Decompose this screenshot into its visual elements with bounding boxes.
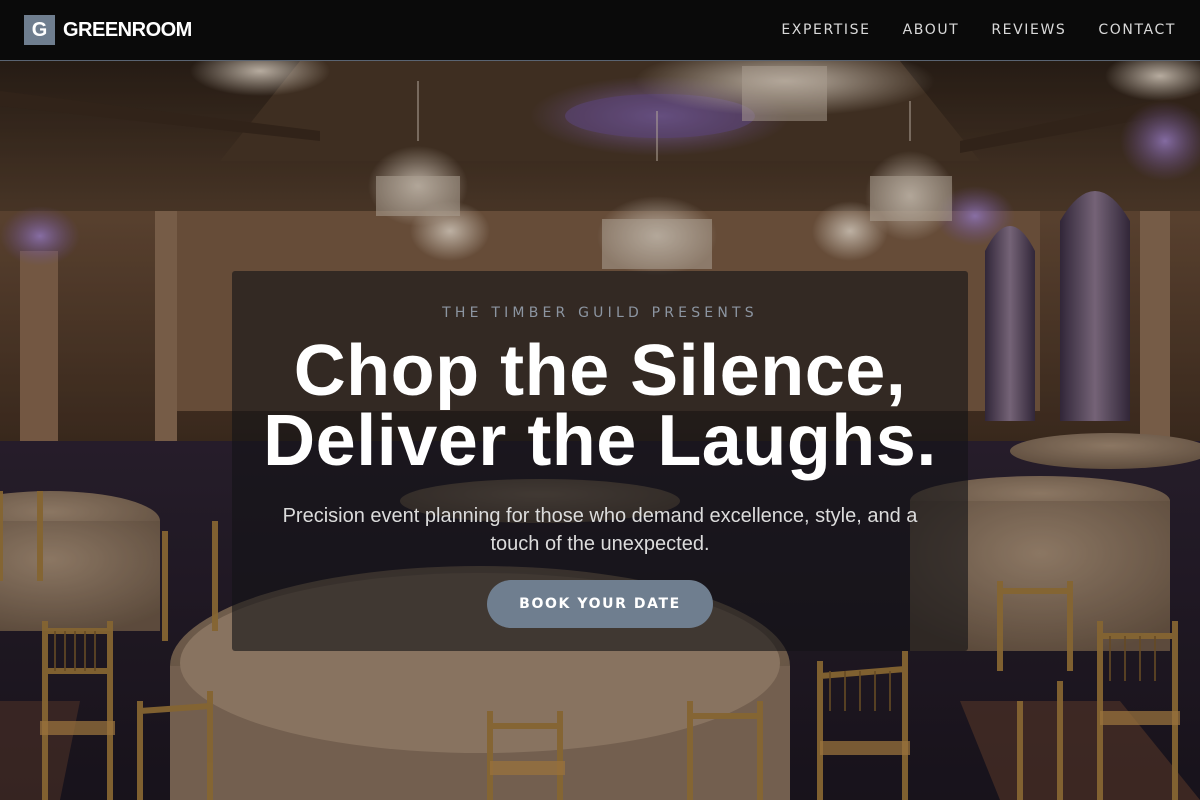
navbar: G GREENROOM EXPERTISE ABOUT REVIEWS CONT… <box>0 0 1200 61</box>
nav-link-reviews[interactable]: REVIEWS <box>991 22 1066 38</box>
book-your-date-button[interactable]: BOOK YOUR DATE <box>487 580 713 628</box>
hero-headline-line1: Chop the Silence, <box>293 331 907 411</box>
hero-headline: Chop the Silence, Deliver the Laughs. <box>263 331 937 481</box>
nav-link-expertise[interactable]: EXPERTISE <box>781 22 870 38</box>
nav-link-contact[interactable]: CONTACT <box>1098 22 1176 38</box>
brand-mark-icon: G <box>24 15 55 45</box>
hero-subtitle: Precision event planning for those who d… <box>282 505 918 555</box>
hero-headline-line2: Deliver the Laughs. <box>263 401 937 481</box>
brand-logo-link[interactable]: G GREENROOM <box>24 15 192 45</box>
hero-card: THE TIMBER GUILD PRESENTS Chop the Silen… <box>232 271 968 651</box>
nav-link-about[interactable]: ABOUT <box>903 22 960 38</box>
brand-name: GREENROOM <box>63 18 192 41</box>
hero-eyebrow: THE TIMBER GUILD PRESENTS <box>442 305 758 321</box>
main-nav: EXPERTISE ABOUT REVIEWS CONTACT <box>781 22 1176 38</box>
